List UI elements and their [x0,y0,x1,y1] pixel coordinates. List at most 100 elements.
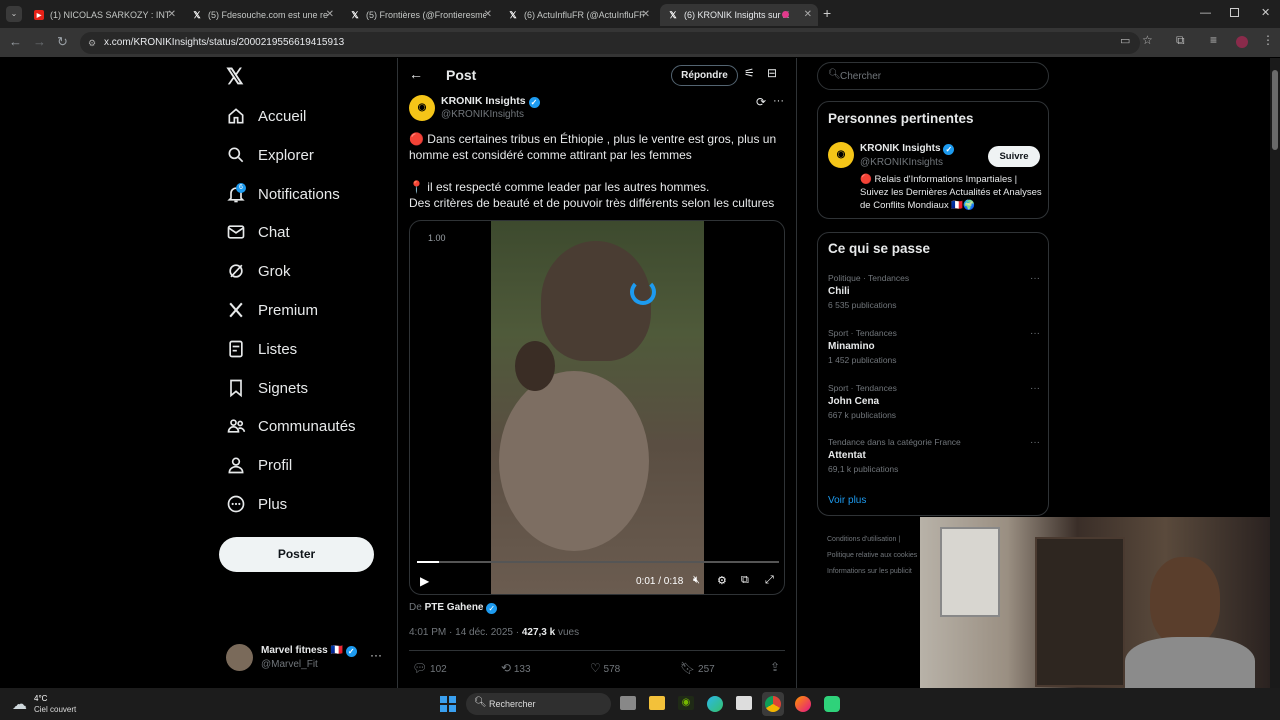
footer-link[interactable]: Politique relative aux cookies [827,548,919,564]
weather-temp[interactable]: 4°C [34,694,47,703]
start-icon-part [440,705,447,712]
reading-list-icon[interactable]: ≡ [1210,33,1217,47]
file-explorer-icon[interactable] [649,696,665,710]
start-button[interactable] [440,696,456,712]
browser-tab[interactable]: 𝕏 (6) ActuInfluFR (@ActuInfluFR) ✕ [500,4,656,26]
browser-tab[interactable]: 𝕏 (5) Frontières (@Frontieresmed ✕ [342,4,498,26]
more-options-icon[interactable]: ··· [1030,273,1040,284]
trend-item[interactable]: Politique · Tendances Chili 6 535 public… [828,273,1040,310]
avatar[interactable]: ◉ [828,142,854,168]
nav-item-chat[interactable]: Chat [226,218,290,246]
nav-item-bookmarks[interactable]: Signets [226,374,308,402]
new-tab-button[interactable]: + [823,5,831,21]
reader-view-icon[interactable]: ⊟ [767,66,777,80]
back-arrow-icon[interactable]: ← [409,66,423,82]
video-frame[interactable] [491,221,704,594]
minimize-icon[interactable]: — [1200,7,1211,19]
more-options-icon[interactable]: ··· [370,648,382,662]
mute-icon[interactable]: 🔇︎ [693,574,700,587]
post-timestamp[interactable]: 4:01 PM · 14 déc. 2025 · [409,627,522,638]
play-icon[interactable]: ▶ [420,574,429,588]
reload-icon[interactable]: ↻ [57,34,68,50]
nvidia-icon[interactable]: ◉ [678,696,694,710]
browser-tab-active[interactable]: 𝕏 (6) KRONIK Insights sur X : " ✕ [660,4,818,26]
tab-search-button[interactable]: ⌄ [6,6,22,22]
chrome-icon[interactable] [762,692,784,716]
video-figure-belly [499,371,649,551]
trend-item[interactable]: Sport · Tendances Minamino 1 452 publica… [828,328,1040,365]
pip-icon[interactable]: ⧉ [741,574,749,587]
nav-item-explore[interactable]: Explorer [226,141,314,169]
nav-item-home[interactable]: Accueil [226,102,306,130]
bookmark-action[interactable]: 🔖︎ 257 [680,661,715,675]
site-info-icon[interactable]: ⚙ [88,32,96,54]
forward-icon[interactable]: → [33,34,46,49]
settings-icon[interactable]: ⚙ [717,574,727,587]
share-icon[interactable]: ⇪ [770,660,780,674]
reply-button[interactable]: Répondre [671,65,738,86]
close-window-icon[interactable]: ✕ [1261,6,1270,19]
reply-action[interactable]: 💬︎ 102 [412,661,447,675]
install-icon[interactable]: ▭ [1120,34,1130,47]
task-view-icon[interactable] [620,696,636,710]
weather-icon[interactable]: ☁ [12,695,27,713]
browser-tab[interactable]: ▶ (1) NICOLAS SARKOZY : INTERV ✕ [26,4,182,26]
x-logo-icon[interactable]: 𝕏 [226,64,244,90]
url-field[interactable]: ⚙ x.com/KRONIKInsights/status/2000219556… [80,32,1140,54]
like-action[interactable]: ♡ 578 [590,661,620,675]
app-icon[interactable] [824,696,840,712]
close-tab-icon[interactable]: ✕ [326,9,334,20]
scrollbar-thumb[interactable] [1272,70,1278,150]
video-player[interactable]: 1.00 ▶ 0:01 / 0:18 🔇︎ ⚙ ⧉ ⤢ [409,220,785,595]
grok-explain-icon[interactable]: ⟳ [756,95,766,109]
trend-item[interactable]: Tendance dans la catégorie France Attent… [828,437,1040,474]
footer-links: Conditions d'utilisation | Politique rel… [827,532,919,580]
nav-item-profile[interactable]: Profil [226,451,292,479]
author-avatar[interactable]: ◉ [409,95,435,121]
trend-item[interactable]: Sport · Tendances John Cena 667 k public… [828,383,1040,420]
more-options-icon[interactable]: ··· [773,95,784,107]
back-icon[interactable]: ← [9,34,22,49]
account-switcher[interactable]: Marvel fitness 🇫🇷 ✓ @Marvel_Fit ··· [226,644,386,674]
nav-item-lists[interactable]: Listes [226,335,297,363]
footer-link[interactable]: Informations sur les publicit [827,564,919,580]
show-more-link[interactable]: Voir plus [828,495,866,506]
edge-icon[interactable] [707,696,723,712]
nav-item-more[interactable]: Plus [226,490,287,518]
close-tab-icon[interactable]: ✕ [642,9,650,20]
nav-item-grok[interactable]: Grok [226,257,291,285]
from-name[interactable]: PTE Gahene [425,602,484,613]
follow-button[interactable]: Suivre [988,146,1040,167]
extensions-icon[interactable]: ⧉ [1176,33,1185,48]
firefox-icon[interactable] [795,696,811,712]
weather-desc[interactable]: Ciel couvert [34,705,76,714]
page-scrollbar[interactable] [1270,58,1280,688]
chrome-menu-icon[interactable]: ⋮ [1262,33,1274,47]
restore-icon[interactable] [1230,8,1239,17]
footer-link[interactable]: Conditions d'utilisation | [827,532,919,548]
mail-icon [227,225,245,239]
list-icon [229,340,243,358]
profile-avatar-icon[interactable] [1236,36,1248,48]
bookmark-star-icon[interactable]: ☆ [1142,33,1153,47]
close-tab-icon[interactable]: ✕ [484,9,492,20]
address-bar-row: ← → ↻ ⚙ x.com/KRONIKInsights/status/2000… [0,28,1280,58]
person-name-row[interactable]: KRONIK Insights ✓ [860,143,955,155]
author-name-row[interactable]: KRONIK Insights ✓ [441,95,540,108]
nav-item-premium[interactable]: Premium [226,296,318,324]
search-input[interactable]: 🔍︎ Chercher [817,62,1049,90]
more-options-icon[interactable]: ··· [1030,383,1040,394]
post-button[interactable]: Poster [219,537,374,572]
fullscreen-icon[interactable]: ⤢ [765,574,774,587]
more-options-icon[interactable]: ··· [1030,437,1040,448]
browser-tab[interactable]: 𝕏 (5) Fdesouche.com est une rev ✕ [184,4,340,26]
repost-action[interactable]: ⟲ 133 [501,661,531,675]
store-icon[interactable] [736,696,752,710]
more-options-icon[interactable]: ··· [1030,328,1040,339]
close-tab-icon[interactable]: ✕ [804,9,812,20]
video-progress-track[interactable] [417,561,779,563]
taskbar-search[interactable]: 🔍︎ Rechercher [466,693,611,715]
close-tab-icon[interactable]: ✕ [168,9,176,20]
nav-item-communities[interactable]: Communautés [226,412,356,440]
filter-icon[interactable]: ⚟ [744,66,755,80]
